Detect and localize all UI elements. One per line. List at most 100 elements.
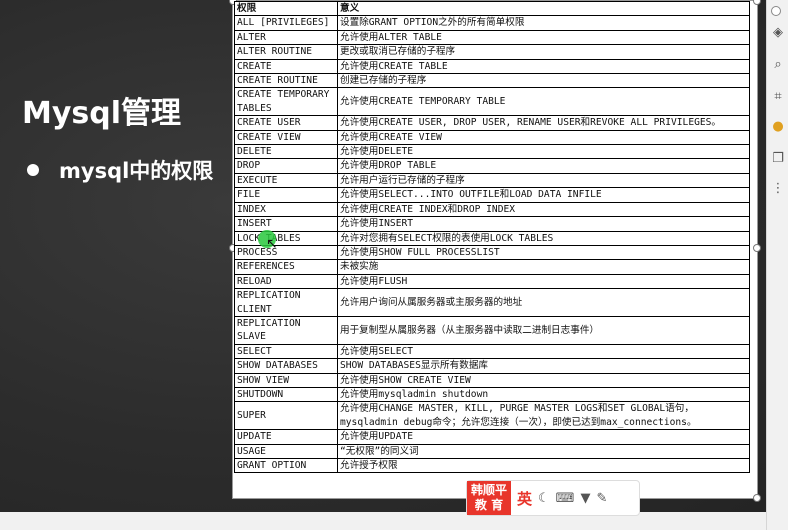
table-row: PROCESS 允许使用SHOW FULL PROCESSLIST [234,244,750,261]
privilege-cell: INSERT [234,216,338,232]
ime-language-toggle[interactable]: 英 [517,488,532,509]
table-row: INDEX 允许使用CREATE INDEX和DROP INDEX [234,201,750,218]
privilege-cell: REPLICATION SLAVE [234,315,338,345]
table-row: CREATE 允许使用CREATE TABLE [234,58,750,75]
table-row: REPLICATION CLIENT 允许用户询问从属服务器或主服务器的地址 [234,288,750,317]
privilege-cell: ALTER ROUTINE [234,44,338,60]
meaning-cell: 更改或取消已存储的子程序 [337,44,750,60]
meaning-cell: 创建已存储的子程序 [337,73,750,89]
privilege-cell: SHUTDOWN [234,386,338,403]
meaning-cell: 允许使用DROP TABLE [337,158,750,174]
privilege-cell: SHOW DATABASES [234,358,338,374]
meaning-cell: 用于复制型从属服务器（从主服务器中读取二进制日志事件） [337,315,750,345]
meaning-cell: 允许使用UPDATE [337,429,750,445]
ime-logo-bottom: 教 育 [474,498,504,512]
meaning-cell: 允许使用INSERT [337,216,750,232]
table-row: DELETE 允许使用DELETE [234,144,750,160]
privilege-cell: CREATE VIEW [234,129,338,146]
privilege-cell: RELOAD [234,273,338,290]
table-row: ALTER ROUTINE 更改或取消已存储的子程序 [234,44,750,60]
table-row: INSERT 允许使用INSERT [234,216,750,232]
layers-icon[interactable]: ◈ [769,24,787,42]
meaning-cell: 允许使用SHOW CREATE VIEW [337,372,750,388]
privilege-cell: UPDATE [234,429,338,445]
privilege-cell: GRANT OPTION [234,457,338,474]
table-row: SHOW VIEW 允许使用SHOW CREATE VIEW [234,372,750,388]
more-icon[interactable]: ⋮ [769,180,787,198]
meaning-cell: 未被实施 [337,259,750,275]
table-row: SUPER 允许使用CHANGE MASTER, KILL, PURGE MAST… [234,401,750,431]
header-meaning: 意义 [337,0,750,17]
privilege-cell: INDEX [234,201,338,218]
meaning-cell: SHOW DATABASES显示所有数据库 [337,358,750,374]
keyboard-icon[interactable]: ⌨ [556,491,575,506]
table-row: FILE 允许使用SELECT...INTO OUTFILE和LOAD DATA … [234,187,750,203]
privilege-cell: LOCK TABLES [234,230,338,246]
resize-handle[interactable] [753,244,761,252]
crop-icon[interactable]: ⌗ [769,88,787,106]
privilege-cell: EXECUTE [234,172,338,189]
resize-handle[interactable] [753,494,761,502]
meaning-cell: 允许使用FLUSH [337,273,750,290]
bullet-dot [27,164,39,176]
moon-icon[interactable]: ☾ [538,491,550,506]
ime-toolbar: 韩顺平 教 育 英 ☾ ⌨ ▼ ✎ [466,480,640,516]
privilege-cell: DELETE [234,144,338,160]
table-row: SELECT 允许使用SELECT [234,343,750,360]
table-row: ALTER 允许使用ALTER TABLE [234,29,750,46]
privileges-table-body: ALL [PRIVILEGES] 设置除GRANT OPTION之外的所有简单权限… [234,15,750,474]
privilege-cell: SHOW VIEW [234,372,338,388]
meaning-cell: 设置除GRANT OPTION之外的所有简单权限 [337,15,750,31]
slide-title: Mysql管理 [22,96,182,131]
table-row: SHUTDOWN 允许使用mysqladmin shutdown [234,386,750,403]
privilege-cell: SUPER [234,401,338,431]
meaning-cell: 允许使用CREATE INDEX和DROP INDEX [337,201,750,218]
meaning-cell: 允许使用CREATE USER, DROP USER, RENAME USER和… [337,115,750,131]
meaning-cell: 允许使用DELETE [337,144,750,160]
slide-bullet: mysql中的权限 [27,155,213,185]
privilege-cell: FILE [234,187,338,203]
bottom-strip [0,512,766,530]
meaning-cell: 允许使用SELECT [337,343,750,360]
table-row: USAGE “无权限”的同义词 [234,443,750,460]
table-row: REPLICATION SLAVE 用于复制型从属服务器（从主服务器中读取二进制日… [234,315,750,345]
meaning-cell: 允许使用CHANGE MASTER, KILL, PURGE MASTER LO… [337,401,750,431]
table-row: CREATE TEMPORARY TABLES 允许使用CREATE TEMPOR… [234,87,750,117]
privilege-cell: ALTER [234,29,338,46]
zoom-icon[interactable]: ⌕ [769,56,787,74]
meaning-cell: 允许使用CREATE VIEW [337,129,750,146]
privilege-cell: REFERENCES [234,259,338,275]
shirt-icon[interactable]: ▼ [580,491,590,506]
ime-logo[interactable]: 韩顺平 教 育 [467,481,511,515]
meaning-cell: 允许用户询问从属服务器或主服务器的地址 [337,288,750,317]
meaning-cell: 允许授予权限 [337,457,750,474]
privileges-table: 权限 意义 ALL [PRIVILEGES] 设置除GRANT OPTION之外的… [234,0,750,474]
privilege-cell: PROCESS [234,244,338,261]
bullet-text: mysql中的权限 [59,159,214,183]
meaning-cell: 允许使用SELECT...INTO OUTFILE和LOAD DATA INFI… [337,187,750,203]
privilege-cell: REPLICATION CLIENT [234,288,338,317]
header-privilege: 权限 [234,0,338,17]
privilege-cell: DROP [234,158,338,174]
table-row: CREATE ROUTINE 创建已存储的子程序 [234,73,750,89]
meaning-cell: 允许使用CREATE TABLE [337,58,750,75]
wrench-icon[interactable]: ✎ [596,491,607,506]
meaning-cell: 允许使用CREATE TEMPORARY TABLE [337,87,750,117]
table-row: GRANT OPTION 允许授予权限 [234,457,750,474]
side-toolbar: ◈ ⌕ ⌗ ● ❐ ⋮ [766,0,788,530]
mouse-pointer-icon: ↖ [266,236,278,252]
copy-icon[interactable]: ❐ [769,150,787,168]
bulb-icon[interactable]: ● [769,118,787,136]
table-row: CREATE VIEW 允许使用CREATE VIEW [234,129,750,146]
privilege-cell: CREATE ROUTINE [234,73,338,89]
table-row: REFERENCES 未被实施 [234,259,750,275]
privilege-cell: USAGE [234,443,338,460]
toolbar-handle[interactable] [771,6,781,16]
table-row: SHOW DATABASES SHOW DATABASES显示所有数据库 [234,358,750,374]
meaning-cell: 允许对您拥有SELECT权限的表使用LOCK TABLES [337,230,750,246]
table-row: LOCK TABLES 允许对您拥有SELECT权限的表使用LOCK TABLES [234,230,750,246]
privilege-cell: SELECT [234,343,338,360]
table-row: ALL [PRIVILEGES] 设置除GRANT OPTION之外的所有简单权限 [234,15,750,31]
table-row: RELOAD 允许使用FLUSH [234,273,750,290]
privilege-cell: CREATE [234,58,338,75]
